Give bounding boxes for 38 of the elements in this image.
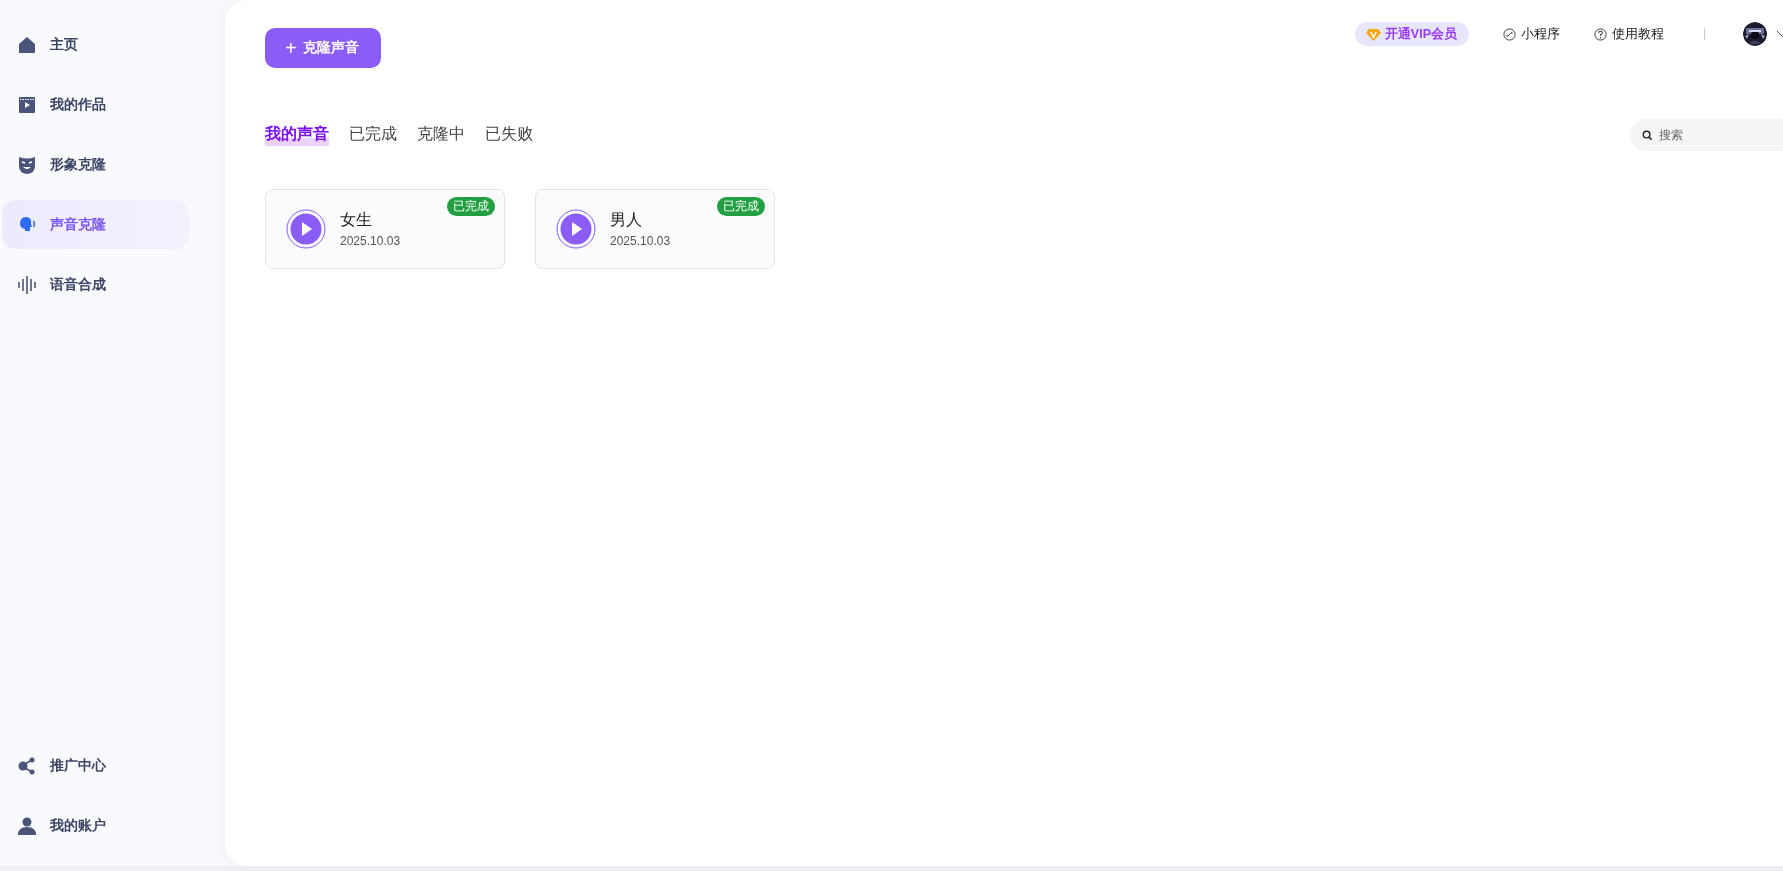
sidebar-item[interactable]: 主页 [2,20,189,69]
sidebar-item[interactable]: 我的作品 [2,80,189,129]
voice-date: 2025.10.03 [340,234,401,248]
sidebar-item[interactable]: 推广中心 [2,741,189,790]
diamond-icon [1365,27,1381,41]
sound-wave-icon [17,274,37,295]
search-icon [1642,129,1653,141]
sidebar-item[interactable]: 声音克隆 [2,200,189,249]
search-field[interactable]: 搜索 [1659,128,1769,142]
caret-icon[interactable] [1777,30,1783,38]
top-link[interactable]: 使用教程 [1594,25,1664,43]
home-icon [17,34,37,55]
voice-name: 女生 [340,210,373,230]
tab[interactable]: 已完成 [349,124,397,146]
link-icon [1503,27,1516,41]
sidebar-item[interactable]: 语音合成 [2,260,189,309]
play-icon[interactable] [286,209,326,249]
play-icon[interactable] [556,209,596,249]
clone-voice-button[interactable]: + 克隆声音 [265,28,381,68]
tab[interactable]: 已失败 [485,124,533,146]
film-icon [17,94,37,115]
top-link[interactable]: 小程序 [1503,25,1560,43]
user-icon [17,815,37,836]
sidebar-item[interactable]: 我的账户 [2,801,189,850]
help-icon [1594,27,1607,41]
voice-date: 2025.10.03 [610,234,671,248]
voice-card[interactable]: 女生 2025.10.03 已完成 [265,189,505,269]
vip-button[interactable]: 开通VIP会员 [1354,22,1469,46]
status-badge: 已完成 [447,197,495,216]
share-icon [17,755,37,776]
voice-card[interactable]: 男人 2025.10.03 已完成 [535,189,775,269]
tab[interactable]: 克隆中 [417,124,465,146]
sidebar-item[interactable]: 形象克隆 [2,140,189,189]
search-bar[interactable]: 搜索 [1630,119,1783,151]
status-badge: 已完成 [717,197,765,216]
mask-icon [17,154,37,175]
voice-name: 男人 [610,210,643,230]
tab[interactable]: 我的声音 [265,124,329,146]
